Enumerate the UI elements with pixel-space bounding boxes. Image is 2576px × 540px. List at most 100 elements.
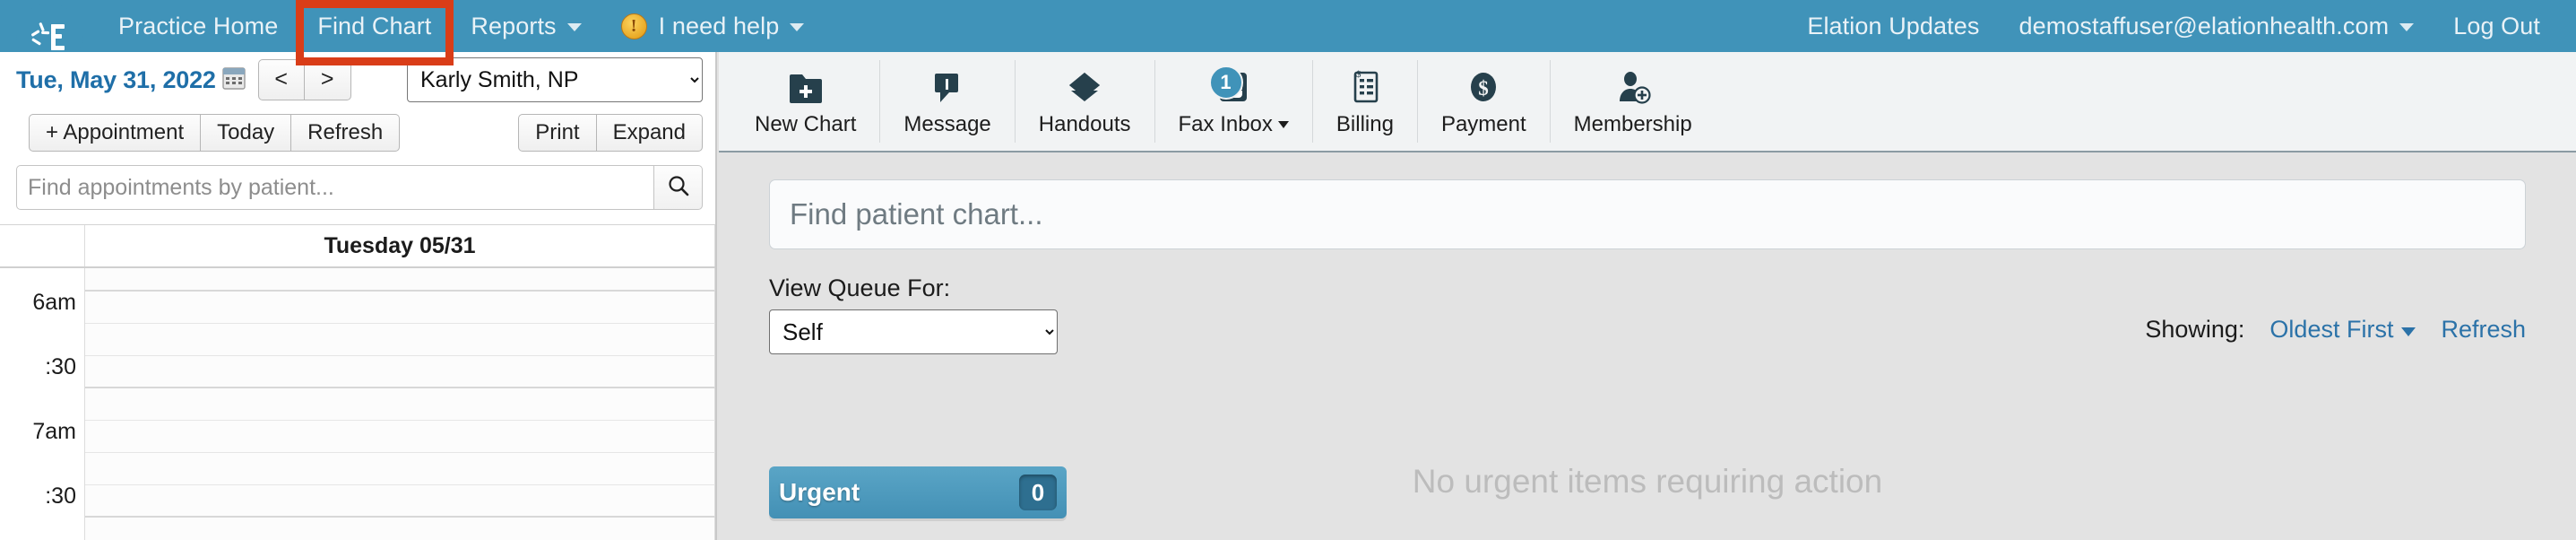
day-column-header: Tuesday 05/31 (85, 225, 715, 266)
queue-label: View Queue For: (769, 274, 951, 301)
time-label: :30 (0, 356, 85, 388)
refresh-schedule-button[interactable]: Refresh (291, 113, 401, 152)
toolbar-membership[interactable]: Membership (1551, 60, 1716, 143)
nav-elation-updates[interactable]: Elation Updates (1787, 0, 1999, 54)
toolbar-label: Payment (1440, 111, 1526, 136)
elation-logo[interactable] (0, 0, 99, 70)
svg-text:$: $ (1479, 77, 1490, 100)
main-toolbar: New Chart Message Handouts 1 Fax Inbox $… (719, 52, 2576, 152)
chart-search-wrapper (719, 152, 2576, 249)
queue-selector-group: View Queue For: Self (769, 274, 1058, 354)
provider-select[interactable]: Karly Smith, NP (407, 57, 703, 102)
toolbar-label: New Chart (755, 111, 857, 136)
schedule-cell[interactable] (85, 356, 715, 388)
schedule-cell[interactable] (85, 292, 715, 324)
search-icon (667, 174, 690, 202)
nav-user-email: demostaffuser@elationhealth.com (2018, 12, 2390, 39)
nav-reports[interactable]: Reports (451, 0, 601, 54)
schedule-cell[interactable] (85, 485, 715, 518)
time-label: 6am (0, 292, 85, 324)
schedule-date-label[interactable]: Tue, May 31, 2022 (16, 66, 216, 94)
showing-sort-value: Oldest First (2269, 316, 2394, 343)
nav-find-chart[interactable]: Find Chart (298, 0, 451, 54)
chart-search-input[interactable] (769, 179, 2526, 249)
message-bubble-icon (929, 66, 965, 108)
appointment-search-button[interactable] (654, 165, 703, 210)
schedule-row: 6am (0, 292, 715, 324)
svg-text:$: $ (1356, 69, 1361, 80)
nav-user-account[interactable]: demostaffuser@elationhealth.com (1999, 0, 2433, 54)
calendar-icon[interactable] (222, 65, 246, 95)
membership-add-person-icon (1613, 66, 1653, 108)
chevron-down-icon (1277, 120, 1289, 128)
toolbar-handouts[interactable]: Handouts (1016, 60, 1155, 143)
schedule-row: 7am (0, 421, 715, 453)
payment-dollar-coin-icon: $ (1465, 66, 1502, 108)
toolbar-label: Fax Inbox (1179, 112, 1289, 137)
time-gutter-cell (0, 324, 85, 356)
print-button[interactable]: Print (518, 113, 597, 152)
expand-button[interactable]: Expand (596, 113, 703, 152)
nav-i-need-help[interactable]: ! I need help (601, 0, 825, 55)
schedule-row: :30 (0, 485, 715, 518)
chevron-down-icon (2401, 327, 2416, 336)
schedule-cell[interactable] (85, 421, 715, 453)
schedule-cell[interactable] (85, 518, 715, 540)
today-button[interactable]: Today (201, 113, 292, 152)
showing-label: Showing: (2145, 316, 2245, 343)
new-chart-folder-plus-icon (788, 66, 824, 108)
schedule-row (0, 324, 715, 356)
schedule-left-buttons: + Appointment Today Refresh (29, 113, 401, 152)
toolbar-label-text: Fax Inbox (1178, 111, 1273, 136)
schedule-row-spacer (0, 268, 715, 292)
toolbar-new-chart[interactable]: New Chart (731, 60, 881, 143)
queue-sort-group: Showing: Oldest First Refresh (2145, 316, 2526, 354)
time-label: 7am (0, 421, 85, 453)
toolbar-billing[interactable]: $ Billing (1313, 60, 1418, 143)
schedule-right-buttons: Print Expand (518, 113, 703, 152)
urgent-label: Urgent (779, 478, 860, 506)
toolbar-label: Message (903, 111, 991, 136)
chevron-down-icon (566, 23, 582, 31)
time-gutter-cell (0, 518, 85, 540)
toolbar-payment[interactable]: $ Payment (1418, 60, 1551, 143)
schedule-cell[interactable] (85, 268, 715, 292)
schedule-action-row: + Appointment Today Refresh Print Expand (0, 108, 715, 158)
toolbar-label: Membership (1573, 111, 1692, 136)
schedule-cell[interactable] (85, 453, 715, 485)
time-gutter-cell (0, 388, 85, 421)
appointment-search-input[interactable] (16, 165, 654, 210)
toolbar-label: Billing (1336, 111, 1394, 136)
billing-invoice-icon: $ (1347, 66, 1383, 108)
top-navigation-bar: Practice Home Find Chart Reports ! I nee… (0, 0, 2576, 70)
time-label: :30 (0, 485, 85, 518)
schedule-grid: Tuesday 05/31 6am :30 7am:30 (0, 224, 715, 540)
schedule-row (0, 518, 715, 540)
refresh-queue-link[interactable]: Refresh (2441, 316, 2526, 344)
toolbar-message[interactable]: Message (880, 60, 1016, 143)
schedule-row (0, 453, 715, 485)
next-day-button[interactable]: > (304, 59, 351, 100)
time-gutter-header (0, 225, 85, 266)
chevron-down-icon (2399, 23, 2415, 31)
showing-sort-dropdown[interactable]: Oldest First (2269, 316, 2416, 344)
warning-exclamation-icon: ! (620, 13, 647, 39)
queue-controls-row: View Queue For: Self Showing: Oldest Fir… (719, 249, 2576, 354)
schedule-cell[interactable] (85, 388, 715, 421)
fax-inbox-badge: 1 (1208, 65, 1243, 100)
queue-select[interactable]: Self (769, 309, 1058, 354)
schedule-date-row: Tue, May 31, 2022 < > Karly Smith, NP (0, 52, 715, 108)
nav-reports-label: Reports (471, 12, 557, 39)
add-appointment-button[interactable]: + Appointment (29, 113, 202, 152)
urgent-count-badge: 0 (1019, 475, 1057, 510)
urgent-queue-bar[interactable]: Urgent 0 (769, 466, 1067, 518)
time-gutter-cell (0, 268, 85, 292)
prev-day-button[interactable]: < (257, 59, 305, 100)
time-gutter-cell (0, 453, 85, 485)
nav-log-out[interactable]: Log Out (2433, 0, 2560, 54)
toolbar-fax-inbox[interactable]: 1 Fax Inbox (1155, 60, 1313, 143)
nav-practice-home[interactable]: Practice Home (99, 0, 298, 54)
schedule-row (0, 388, 715, 421)
nav-help-label: I need help (658, 12, 780, 39)
schedule-cell[interactable] (85, 324, 715, 356)
